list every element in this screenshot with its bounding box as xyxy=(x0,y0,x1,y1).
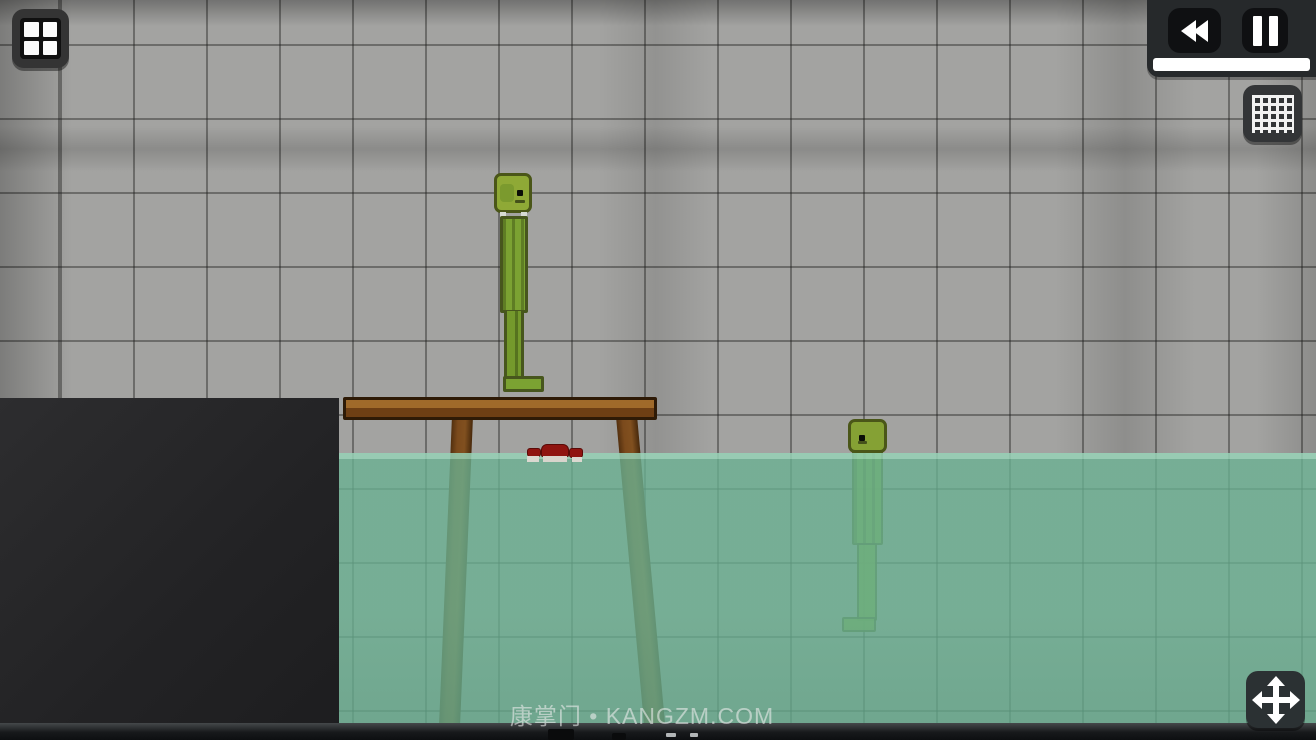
grid-mesh-icon xyxy=(1252,95,1294,133)
floating-figure-foot[interactable] xyxy=(842,617,876,632)
mouth-line xyxy=(515,200,525,203)
bottom-dash xyxy=(666,733,676,737)
standing-figure-head[interactable] xyxy=(494,173,532,213)
floating-figure-head[interactable] xyxy=(848,419,887,453)
watermark-text: 康掌门 • KANGZM.COM xyxy=(462,697,822,731)
red-debris-right-base xyxy=(572,457,582,462)
standing-figure-legs[interactable] xyxy=(504,311,524,380)
head-shading xyxy=(500,184,514,202)
move-arrows-icon xyxy=(1255,679,1297,721)
floating-figure-legs[interactable] xyxy=(857,543,877,621)
bottom-dash xyxy=(690,733,698,737)
bottom-glyph xyxy=(612,733,626,740)
standing-figure-foot[interactable] xyxy=(503,376,544,392)
pause-icon xyxy=(1269,16,1278,46)
wall-shadow-band xyxy=(0,126,1316,172)
table-leg-right[interactable] xyxy=(616,415,667,740)
dark-platform-block[interactable] xyxy=(0,398,339,740)
window-grid-icon xyxy=(20,18,61,59)
time-progress-bar[interactable] xyxy=(1153,58,1310,71)
wall-shadow-left xyxy=(0,0,72,455)
playback-panel xyxy=(1147,0,1316,77)
eye-icon xyxy=(517,190,523,196)
table-leg-left[interactable] xyxy=(438,416,473,740)
pause-button[interactable] xyxy=(1242,8,1288,53)
rewind-button[interactable] xyxy=(1168,8,1221,53)
floating-figure-torso[interactable] xyxy=(852,449,883,545)
pause-icon xyxy=(1253,16,1262,46)
mouth-line xyxy=(858,441,867,444)
wall-shadow-top xyxy=(0,0,1316,26)
spawn-menu-button[interactable] xyxy=(12,9,69,68)
red-debris-left-base xyxy=(527,456,539,462)
table-plank[interactable] xyxy=(343,397,657,420)
grid-toggle-button[interactable] xyxy=(1243,85,1302,142)
game-scene: 康掌门 • KANGZM.COM xyxy=(0,0,1316,740)
wall-shadow-vertical-1 xyxy=(598,0,713,453)
red-debris-center-base xyxy=(543,456,567,462)
rewind-icon xyxy=(1193,20,1208,42)
standing-figure-torso[interactable] xyxy=(500,216,528,313)
pan-tool-button[interactable] xyxy=(1246,671,1305,728)
